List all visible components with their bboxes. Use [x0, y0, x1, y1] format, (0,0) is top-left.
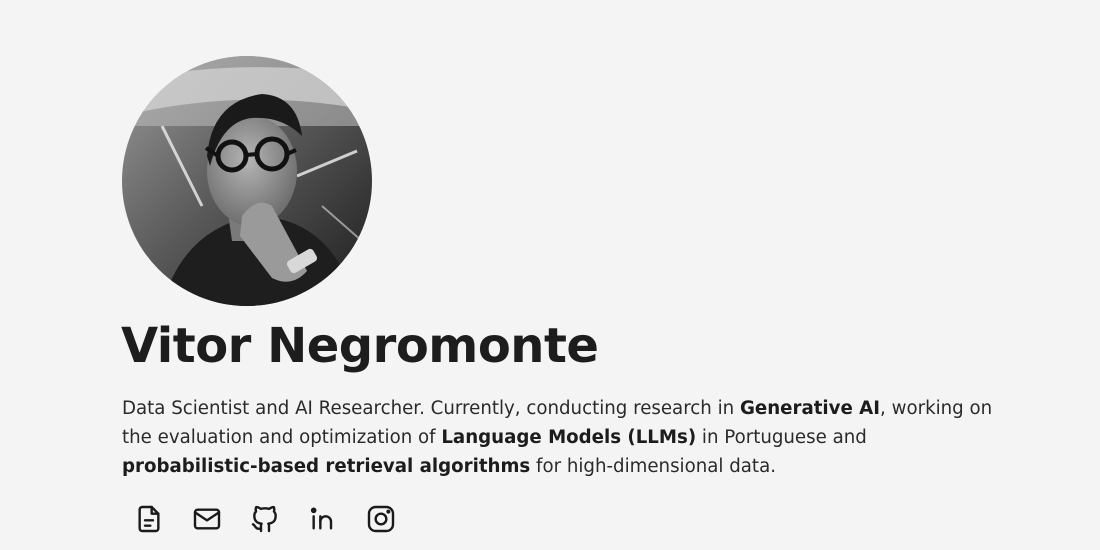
mail-icon — [193, 508, 221, 530]
profile-page: Vitor Negromonte Data Scientist and AI R… — [0, 0, 1100, 550]
email-link[interactable] — [190, 501, 224, 537]
profile-photo — [122, 56, 372, 306]
profile-avatar — [122, 56, 372, 306]
instagram-link[interactable] — [364, 501, 398, 537]
linkedin-link[interactable] — [306, 501, 340, 537]
github-link[interactable] — [248, 501, 282, 537]
linkedin-icon — [310, 507, 333, 530]
profile-name: Vitor Negromonte — [121, 318, 599, 374]
bio-segment: Data Scientist and AI Researcher. Curren… — [122, 398, 740, 419]
bio-segment: for high-dimensional data. — [530, 456, 776, 477]
github-icon — [251, 505, 277, 533]
resume-link[interactable] — [132, 501, 166, 537]
bio-highlight: Language Models (LLMs) — [441, 427, 697, 448]
instagram-icon — [367, 505, 395, 533]
bio-highlight: probabilistic-based retrieval algorithms — [122, 456, 531, 477]
social-links — [132, 501, 398, 537]
profile-bio: Data Scientist and AI Researcher. Curren… — [122, 394, 1002, 481]
bio-segment: in Portuguese and — [696, 427, 867, 448]
document-icon — [138, 505, 160, 533]
bio-highlight: Generative AI — [739, 398, 881, 419]
